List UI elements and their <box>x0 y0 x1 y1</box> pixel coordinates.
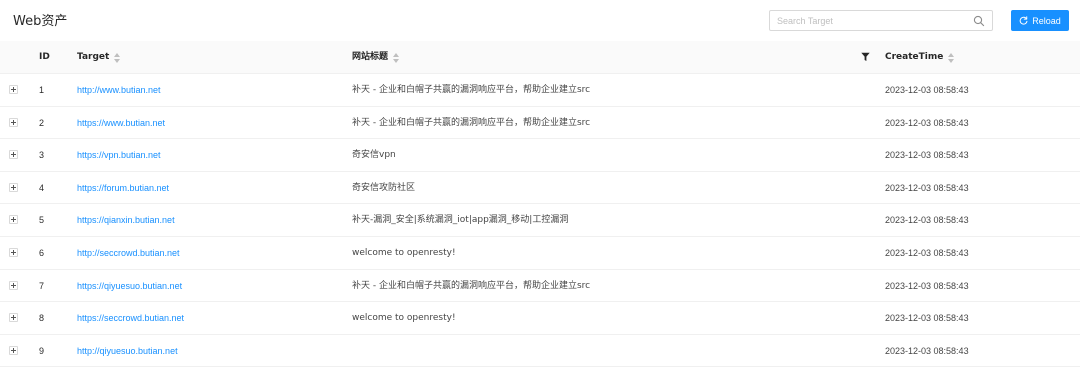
table-row: 7 https://qiyuesuo.butian.net 补天 - 企业和白帽… <box>0 270 1080 303</box>
cell-id: 7 <box>39 280 45 291</box>
cell-create-time: 2023-12-03 08:58:43 <box>885 117 969 128</box>
web-assets-table: ID Target 网站标题 CreateTime 1 http://www.b… <box>0 41 1080 368</box>
column-header-title[interactable]: 网站标题 <box>352 41 400 74</box>
reload-label: Reload <box>1032 15 1061 26</box>
cell-title: 补天 - 企业和白帽子共赢的漏洞响应平台，帮助企业建立src <box>352 280 591 291</box>
table-row: 5 https://qianxin.butian.net 补天-漏洞_安全|系统… <box>0 204 1080 237</box>
cell-id: 8 <box>39 313 45 324</box>
cell-id: 3 <box>39 150 45 161</box>
cell-title: welcome to openresty! <box>352 247 456 258</box>
expand-row-icon[interactable] <box>9 313 18 323</box>
cell-target-link[interactable]: https://seccrowd.butian.net <box>77 302 184 334</box>
cell-id: 5 <box>39 215 45 226</box>
cell-title: 补天 - 企业和白帽子共赢的漏洞响应平台，帮助企业建立src <box>352 117 591 128</box>
cell-target-link[interactable]: http://qiyuesuo.butian.net <box>77 335 178 367</box>
cell-target-link[interactable]: http://www.butian.net <box>77 74 161 106</box>
column-header-id: ID <box>39 52 50 62</box>
cell-id: 4 <box>39 182 45 193</box>
table-row: 9 http://qiyuesuo.butian.net 2023-12-03 … <box>0 335 1080 368</box>
cell-create-time: 2023-12-03 08:58:43 <box>885 280 969 291</box>
cell-target-link[interactable]: https://qiyuesuo.butian.net <box>77 270 182 302</box>
cell-create-time: 2023-12-03 08:58:43 <box>885 150 969 161</box>
reload-icon <box>1019 16 1028 25</box>
cell-target-link[interactable]: https://forum.butian.net <box>77 172 169 204</box>
cell-title: 补天-漏洞_安全|系统漏洞_iot|app漏洞_移动|工控漏洞 <box>352 215 569 226</box>
cell-title: 奇安信vpn <box>352 150 396 161</box>
column-header-create-time[interactable]: CreateTime <box>885 41 955 74</box>
cell-create-time: 2023-12-03 08:58:43 <box>885 85 969 95</box>
table-header: ID Target 网站标题 CreateTime <box>0 41 1080 74</box>
cell-target-link[interactable]: http://seccrowd.butian.net <box>77 237 180 269</box>
cell-id: 6 <box>39 247 45 258</box>
expand-row-icon[interactable] <box>9 247 18 257</box>
cell-target-link[interactable]: https://vpn.butian.net <box>77 139 161 171</box>
sort-icon[interactable] <box>114 52 121 63</box>
column-header-target[interactable]: Target <box>77 41 121 74</box>
expand-row-icon[interactable] <box>9 280 18 290</box>
table-row: 4 https://forum.butian.net 奇安信攻防社区 2023-… <box>0 172 1080 205</box>
table-row: 6 http://seccrowd.butian.net welcome to … <box>0 237 1080 270</box>
expand-row-icon[interactable] <box>9 85 18 94</box>
cell-create-time: 2023-12-03 08:58:43 <box>885 182 969 193</box>
cell-title: 奇安信攻防社区 <box>352 182 416 193</box>
filter-icon[interactable] <box>861 52 870 62</box>
cell-create-time: 2023-12-03 08:58:43 <box>885 313 969 324</box>
sort-icon[interactable] <box>393 52 400 63</box>
expand-row-icon[interactable] <box>9 117 18 127</box>
cell-create-time: 2023-12-03 08:58:43 <box>885 345 969 356</box>
cell-create-time: 2023-12-03 08:58:43 <box>885 215 969 226</box>
cell-id: 1 <box>39 85 45 95</box>
cell-create-time: 2023-12-03 08:58:43 <box>885 247 969 258</box>
search-box[interactable] <box>769 10 993 31</box>
table-row: 1 http://www.butian.net 补天 - 企业和白帽子共赢的漏洞… <box>0 74 1080 107</box>
expand-row-icon[interactable] <box>9 215 18 225</box>
cell-title: welcome to openresty! <box>352 313 456 324</box>
cell-id: 9 <box>39 345 45 356</box>
table-row: 3 https://vpn.butian.net 奇安信vpn 2023-12-… <box>0 139 1080 172</box>
table-row: 8 https://seccrowd.butian.net welcome to… <box>0 302 1080 335</box>
cell-title: 补天 - 企业和白帽子共赢的漏洞响应平台，帮助企业建立src <box>352 85 591 95</box>
expand-row-icon[interactable] <box>9 150 18 160</box>
page-title: Web资产 <box>13 14 68 29</box>
reload-button[interactable]: Reload <box>1011 10 1069 31</box>
search-icon[interactable] <box>973 15 985 27</box>
expand-row-icon[interactable] <box>9 345 18 355</box>
search-input[interactable] <box>770 11 966 30</box>
expand-row-icon[interactable] <box>9 182 18 192</box>
cell-id: 2 <box>39 117 45 128</box>
table-row: 2 https://www.butian.net 补天 - 企业和白帽子共赢的漏… <box>0 107 1080 140</box>
sort-icon[interactable] <box>948 52 955 63</box>
cell-target-link[interactable]: https://qianxin.butian.net <box>77 204 175 236</box>
cell-target-link[interactable]: https://www.butian.net <box>77 107 165 139</box>
